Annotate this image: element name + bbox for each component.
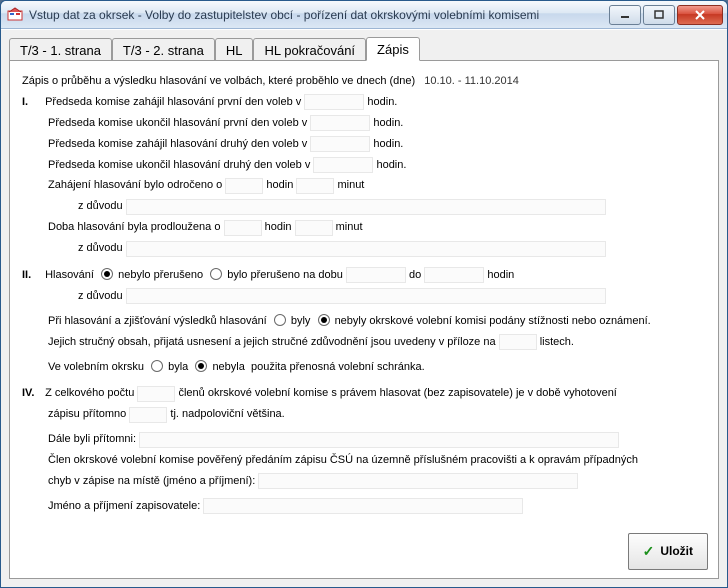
s1-line2-b: hodin. — [373, 117, 403, 129]
tab-zapis[interactable]: Zápis — [366, 37, 420, 61]
s4-l2-a: zápisu přítomno — [48, 408, 126, 420]
intro-text: Zápis o průběhu a výsledku hlasování ve … — [22, 75, 415, 87]
check-icon: ✓ — [643, 538, 655, 565]
input-total-members[interactable] — [137, 386, 175, 402]
s4-l4-a: Člen okrskové volební komise pověřený př… — [48, 454, 638, 466]
s4-l3: Dále byli přítomni: — [48, 433, 136, 445]
close-button[interactable] — [677, 5, 723, 25]
s2-l3-b: listech. — [540, 336, 574, 348]
save-label: Uložit — [660, 540, 693, 563]
radio-interrupted[interactable] — [210, 268, 222, 280]
s2-r2: bylo přerušeno na dobu — [227, 269, 343, 281]
section-2-label: II. — [22, 265, 42, 286]
s1-line2-a: Předseda komise ukončil hlasování první … — [48, 117, 307, 129]
s1-line6-a: Doba hlasování byla prodloužena o — [48, 221, 220, 233]
maximize-button[interactable] — [643, 5, 675, 25]
minimize-button[interactable] — [609, 5, 641, 25]
s4-l1-b: členů okrskové volební komise s právem h… — [178, 387, 616, 399]
s2-l1-b: do — [409, 269, 421, 281]
input-end-day2[interactable] — [313, 157, 373, 173]
input-end-day1[interactable] — [310, 115, 370, 131]
s2-reason-label: z důvodu — [78, 290, 123, 302]
s1-reason2-label: z důvodu — [78, 242, 123, 254]
radio-not-interrupted[interactable] — [101, 268, 113, 280]
s1-line3-a: Předseda komise zahájil hlasování druhý … — [48, 138, 307, 150]
input-delay-min[interactable] — [296, 178, 334, 194]
titlebar: Vstup dat za okrsek - Volby do zastupite… — [1, 1, 727, 29]
radio-complaints-yes[interactable] — [274, 314, 286, 326]
section-1-label: I. — [22, 92, 42, 113]
s1-line5-b: hodin — [266, 179, 293, 191]
window: Vstup dat za okrsek - Volby do zastupite… — [0, 0, 728, 588]
s1-line5-a: Zahájení hlasování bylo odročeno o — [48, 179, 222, 191]
app-icon — [7, 7, 23, 23]
s2-l1-c: hodin — [487, 269, 514, 281]
s2-r1: nebylo přerušeno — [118, 269, 203, 281]
tab-hl[interactable]: HL — [215, 38, 254, 61]
s1-line3-b: hodin. — [373, 138, 403, 150]
s4-l4-b: chyb v zápise na místě (jméno a příjmení… — [48, 475, 255, 487]
input-recorder-name[interactable] — [203, 498, 523, 514]
input-extend-reason[interactable] — [126, 241, 606, 257]
s4-l1-a: Z celkového počtu — [45, 387, 134, 399]
radio-box-no[interactable] — [195, 360, 207, 372]
s2-l4-b: použita přenosná volební schránka. — [251, 361, 425, 373]
input-interrupt-reason[interactable] — [126, 288, 606, 304]
input-others-present[interactable] — [139, 432, 619, 448]
s2-line1-a: Hlasování — [45, 269, 94, 281]
s2-r6: nebyla — [212, 361, 244, 373]
input-start-day1[interactable] — [304, 94, 364, 110]
input-interrupt-from[interactable] — [346, 267, 406, 283]
input-extend-min[interactable] — [295, 220, 333, 236]
s1-line5-c: minut — [337, 179, 364, 191]
window-title: Vstup dat za okrsek - Volby do zastupite… — [29, 8, 601, 22]
s1-line6-c: minut — [336, 221, 363, 233]
section-4-label: IV. — [22, 383, 42, 404]
s2-l4-a: Ve volebním okrsku — [48, 361, 144, 373]
input-start-day2[interactable] — [310, 136, 370, 152]
radio-box-yes[interactable] — [151, 360, 163, 372]
s2-r5: byla — [168, 361, 188, 373]
s2-r4: nebyly — [335, 315, 367, 327]
s1-line1-b: hodin. — [367, 96, 397, 108]
s1-line4-b: hodin. — [376, 159, 406, 171]
s2-l2-a: Při hlasování a zjišťování výsledků hlas… — [48, 315, 267, 327]
s2-r3: byly — [291, 315, 311, 327]
radio-complaints-no[interactable] — [318, 314, 330, 326]
s4-l2-b: tj. nadpoloviční většina. — [170, 408, 284, 420]
tab-hl-pokracovani[interactable]: HL pokračování — [253, 38, 366, 61]
tab-bar: T/3 - 1. strana T/3 - 2. strana HL HL po… — [9, 36, 719, 60]
input-extend-hours[interactable] — [224, 220, 262, 236]
input-interrupt-to[interactable] — [424, 267, 484, 283]
date-range: 10.10. - 11.10.2014 — [424, 75, 519, 87]
s1-line4-a: Předseda komise ukončil hlasování druhý … — [48, 159, 310, 171]
client-area: T/3 - 1. strana T/3 - 2. strana HL HL po… — [1, 29, 727, 587]
tab-t3-2[interactable]: T/3 - 2. strana — [112, 38, 215, 61]
s1-line6-b: hodin — [265, 221, 292, 233]
s4-l5: Jméno a příjmení zapisovatele: — [48, 500, 200, 512]
s1-line1-a: Předseda komise zahájil hlasování první … — [45, 96, 301, 108]
input-delegate-name[interactable] — [258, 473, 578, 489]
input-present-members[interactable] — [129, 407, 167, 423]
save-button[interactable]: ✓ Uložit — [628, 533, 708, 570]
input-delay-reason[interactable] — [126, 199, 606, 215]
input-sheets[interactable] — [499, 334, 537, 350]
s2-l2-b: okrskové volební komisi podány stížnosti… — [369, 315, 650, 327]
tab-content-zapis: Zápis o průběhu a výsledku hlasování ve … — [9, 60, 719, 579]
tab-t3-1[interactable]: T/3 - 1. strana — [9, 38, 112, 61]
s1-reason1-label: z důvodu — [78, 200, 123, 212]
s2-l3-a: Jejich stručný obsah, přijatá usnesení a… — [48, 336, 496, 348]
window-buttons — [607, 5, 723, 25]
input-delay-hours[interactable] — [225, 178, 263, 194]
